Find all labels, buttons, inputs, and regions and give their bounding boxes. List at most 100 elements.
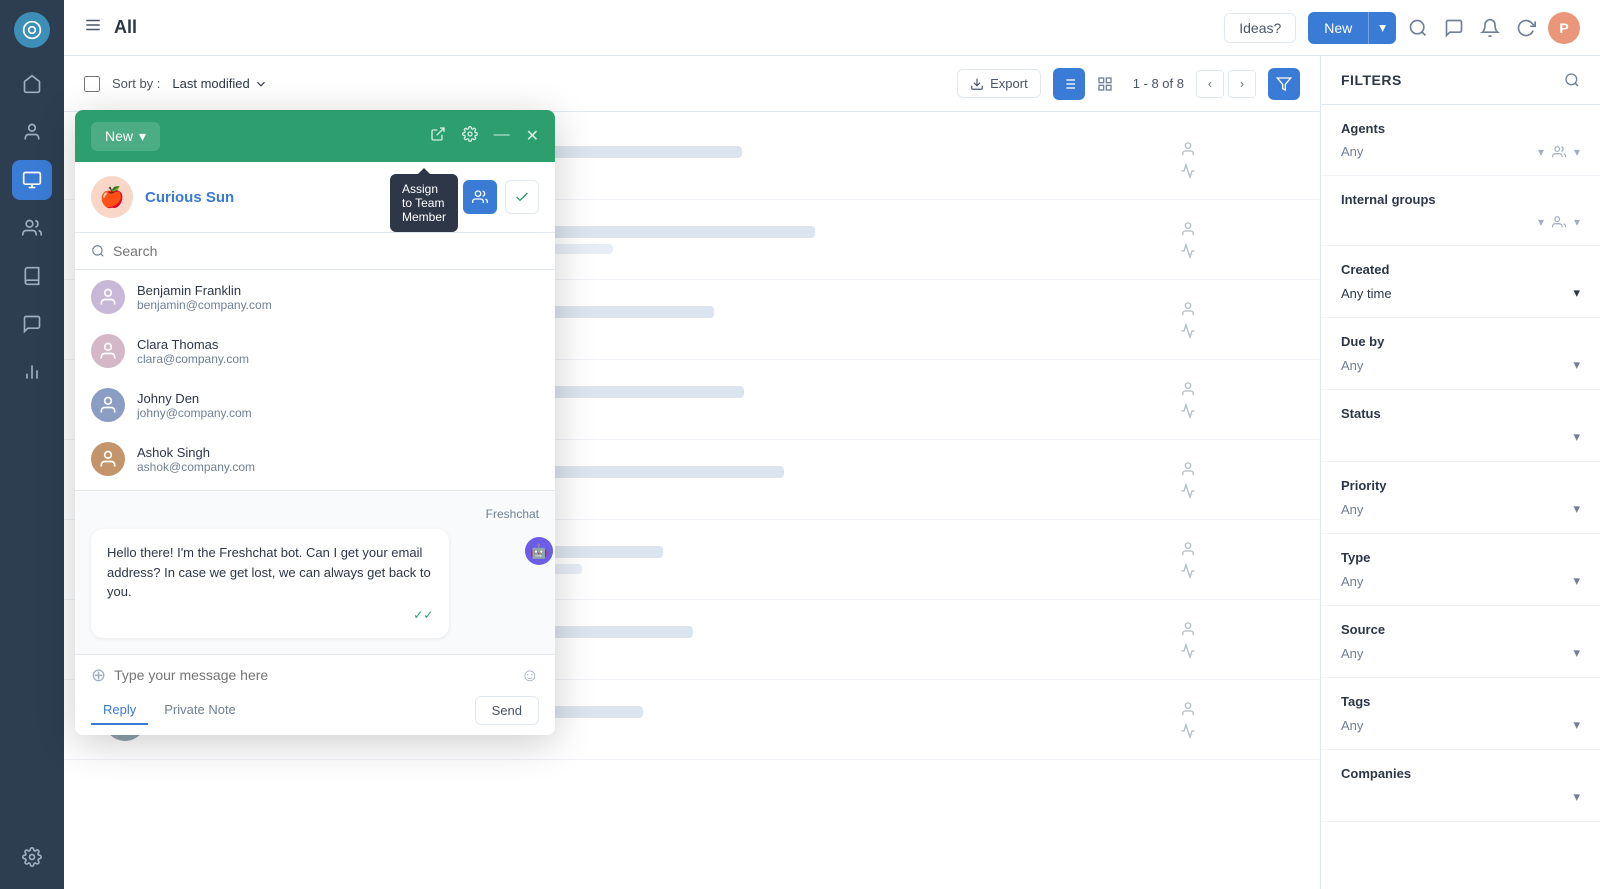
send-button[interactable]: Send (475, 696, 539, 725)
agent-search-area (75, 233, 555, 270)
filter-dueby-label: Due by (1341, 334, 1580, 349)
agent-avatar (91, 442, 125, 476)
sidebar-item-home[interactable] (12, 64, 52, 104)
list-item[interactable]: Johny Den johny@company.com (75, 378, 555, 432)
filter-source[interactable]: Source Any ▾ (1321, 606, 1600, 678)
sort-value[interactable]: Last modified (172, 76, 267, 91)
activity-icon (1180, 723, 1196, 739)
reply-tab[interactable]: Reply (91, 696, 148, 725)
emoji-icon[interactable]: ☺ (521, 665, 539, 686)
attach-icon[interactable]: ⊕ (91, 665, 106, 686)
person-icon (1180, 221, 1196, 237)
sidebar-item-contacts[interactable] (12, 112, 52, 152)
bell-icon[interactable] (1480, 18, 1500, 38)
filter-companies-label: Companies (1341, 766, 1580, 781)
modal-header-icons: — ✕ (430, 126, 539, 147)
modal-popup: New ▾ — ✕ (75, 110, 555, 735)
new-button-group: New ▾ (1308, 12, 1396, 44)
chat-tick: ✓✓ (107, 606, 433, 624)
person-icon (1180, 381, 1196, 397)
activity-icon (1180, 323, 1196, 339)
sidebar-item-books[interactable] (12, 256, 52, 296)
person-icon (1180, 461, 1196, 477)
grid-view-button[interactable] (1089, 68, 1121, 100)
list-item[interactable]: Clara Thomas clara@company.com (75, 324, 555, 378)
filter-groups-value: ▾ ▾ (1341, 215, 1580, 229)
activity-icon (1180, 483, 1196, 499)
refresh-icon[interactable] (1516, 18, 1536, 38)
chat-icon[interactable] (1444, 18, 1464, 38)
search-icon[interactable] (1408, 18, 1428, 38)
filter-priority[interactable]: Priority Any ▾ (1321, 462, 1600, 534)
filter-active-button[interactable] (1268, 68, 1300, 100)
list-item[interactable]: Benjamin Franklin benjamin@company.com (75, 270, 555, 324)
private-note-tab[interactable]: Private Note (152, 696, 248, 725)
filter-status-label: Status (1341, 406, 1580, 421)
close-icon[interactable]: ✕ (526, 126, 539, 147)
assign-agent-button[interactable] (421, 180, 455, 214)
filter-type-value: Any ▾ (1341, 573, 1580, 589)
filter-type-label: Type (1341, 550, 1580, 565)
ideas-button[interactable]: Ideas? (1224, 13, 1296, 43)
agent-list: Benjamin Franklin benjamin@company.com C… (75, 270, 555, 490)
filter-type[interactable]: Type Any ▾ (1321, 534, 1600, 606)
filter-tags[interactable]: Tags Any ▾ (1321, 678, 1600, 750)
filters-header: FILTERS (1321, 56, 1600, 105)
app-logo[interactable] (14, 12, 50, 48)
status-button[interactable]: New ▾ (91, 122, 160, 151)
next-page-button[interactable]: › (1228, 70, 1256, 98)
gear-icon[interactable] (462, 126, 478, 147)
sidebar-item-tickets[interactable] (12, 160, 52, 200)
chat-header: Freshchat (91, 507, 539, 521)
filter-companies-value: ▾ (1341, 789, 1580, 805)
activity-icon (1180, 163, 1196, 179)
sidebar-item-settings[interactable] (12, 837, 52, 877)
reply-input[interactable] (114, 667, 513, 683)
minimize-icon[interactable]: — (494, 126, 510, 147)
contact-avatar: 🍎 (91, 176, 133, 218)
select-all-checkbox[interactable] (84, 76, 100, 92)
filter-internal-groups[interactable]: Internal groups ▾ ▾ (1321, 176, 1600, 246)
filter-companies[interactable]: Companies ▾ (1321, 750, 1600, 822)
filter-agents[interactable]: Agents Any ▾ ▾ (1321, 105, 1600, 176)
agent-avatar (91, 280, 125, 314)
person-icon (1180, 141, 1196, 157)
contact-actions (421, 180, 539, 214)
assign-team-button[interactable] (463, 180, 497, 214)
modal-header: New ▾ — ✕ (75, 110, 555, 162)
menu-icon[interactable] (84, 16, 102, 39)
activity-icon (1180, 243, 1196, 259)
sidebar-item-chat[interactable] (12, 304, 52, 344)
resolve-button[interactable] (505, 180, 539, 214)
filter-due-by[interactable]: Due by Any ▾ (1321, 318, 1600, 390)
reply-tabs: Reply Private Note Send (91, 696, 539, 725)
filter-status[interactable]: Status ▾ (1321, 390, 1600, 462)
prev-page-button[interactable]: ‹ (1196, 70, 1224, 98)
page-navigation: ‹ › (1196, 70, 1256, 98)
filters-sidebar: FILTERS Agents Any ▾ ▾ I (1320, 56, 1600, 889)
filters-search-icon[interactable] (1564, 72, 1580, 88)
groups-filter-icon (1552, 215, 1566, 229)
modal-contact-row: 🍎 Curious Sun (75, 162, 555, 233)
export-button[interactable]: Export (957, 69, 1041, 98)
new-dropdown-button[interactable]: ▾ (1368, 12, 1396, 44)
external-link-icon[interactable] (430, 126, 446, 147)
contact-name: Curious Sun (145, 189, 234, 206)
sidebar (0, 0, 64, 889)
agents-filter-icon (1552, 145, 1566, 159)
filter-tags-value: Any ▾ (1341, 717, 1580, 733)
user-avatar[interactable]: P (1548, 12, 1580, 44)
sidebar-item-people[interactable] (12, 208, 52, 248)
reply-bar: ⊕ ☺ Reply Private Note Send (75, 654, 555, 735)
filter-priority-value: Any ▾ (1341, 501, 1580, 517)
sidebar-item-analytics[interactable] (12, 352, 52, 392)
list-view-button[interactable] (1053, 68, 1085, 100)
agent-search-input[interactable] (113, 243, 539, 259)
list-item[interactable]: Ashok Singh ashok@company.com (75, 432, 555, 486)
filter-groups-label: Internal groups (1341, 192, 1580, 207)
new-button[interactable]: New (1308, 12, 1368, 44)
page-info: 1 - 8 of 8 (1133, 76, 1184, 91)
sort-label: Sort by : (112, 76, 160, 91)
person-icon (1180, 701, 1196, 717)
filter-created[interactable]: Created Any time ▾ (1321, 246, 1600, 318)
